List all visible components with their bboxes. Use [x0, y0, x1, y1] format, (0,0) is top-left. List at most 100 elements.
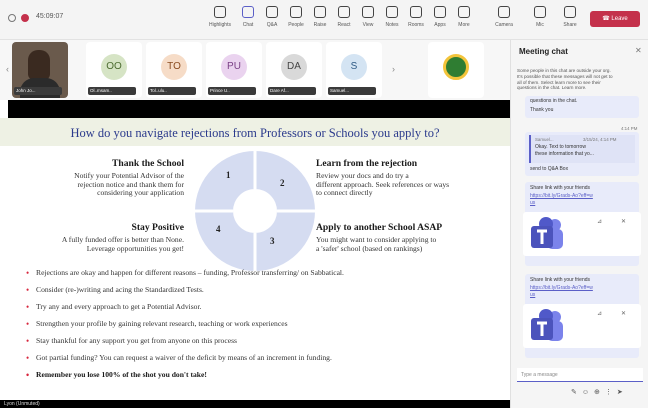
share-icon — [564, 6, 576, 18]
cycle-step-4: 4 — [216, 224, 221, 234]
slide-title: How do you navigate rejections from Prof… — [70, 126, 440, 140]
block-text-thank: Notify your Potential Advisor of the rej… — [74, 171, 184, 198]
block-text-learn: Review your docs and do try a different … — [316, 171, 450, 198]
toolbar-button-share[interactable]: Share — [556, 6, 584, 36]
link-preview-card[interactable]: ⊿ ✕ — [523, 212, 641, 256]
avatar: TO — [161, 54, 187, 80]
block-text-apply: You might want to consider applying to a… — [316, 235, 437, 253]
bullet-item: Consider (re-)writing and acing the Stan… — [26, 285, 506, 302]
participants-strip: ‹ John Jo... OO Ol..msam.. TO Tol..ulu..… — [0, 40, 510, 100]
chevron-right-icon[interactable]: › — [392, 64, 395, 74]
share-link[interactable]: https://bit.ly/Grads-Ao?eff=w — [530, 193, 593, 199]
participant-tile[interactable] — [428, 42, 484, 98]
presentation-footer-bar — [0, 400, 510, 408]
more-options-icon[interactable]: ⋮ — [605, 389, 617, 396]
toolbar-button-more[interactable]: More — [450, 6, 478, 36]
participant-name: Ol..msam.. — [88, 87, 136, 95]
qa-icon — [266, 6, 278, 18]
block-heading-learn: Learn from the rejection — [316, 158, 418, 169]
close-icon[interactable]: ✕ — [621, 218, 626, 225]
external-people-notice: Some people in this chat are outside you… — [517, 68, 613, 91]
block-text-positive: A fully funded offer is better than None… — [61, 235, 184, 253]
window-status-icons — [8, 14, 29, 22]
meeting-chat-panel: Meeting chat ✕ Some people in this chat … — [510, 40, 648, 408]
leave-button[interactable]: ☎ Leave — [590, 11, 640, 27]
participant-name: John Jo... — [14, 87, 62, 95]
cycle-step-2: 2 — [280, 178, 285, 188]
participant-name: Dare Af... — [268, 87, 316, 95]
bullet-item: Strengthen your profile by gaining relev… — [26, 319, 506, 336]
more-icon — [458, 6, 470, 18]
teams-meeting-window: 45:09:07 Highlights Chat Q&A People Rais… — [0, 0, 648, 408]
close-icon[interactable]: ✕ — [635, 46, 642, 55]
quoted-message[interactable]: Samuel... 3/15/24, 4:14 PM Okay. Text to… — [529, 135, 635, 163]
block-heading-thank: Thank the School — [112, 158, 184, 169]
format-icon[interactable]: ✎ — [571, 389, 582, 396]
participant-name: Prince U.. — [208, 87, 256, 95]
view-icon — [362, 6, 374, 18]
participant-tile[interactable]: DA Dare Af... — [266, 42, 322, 98]
share-link[interactable]: https://bit.ly/Grads-Ao?eff=w — [530, 285, 593, 291]
apps-icon — [434, 6, 446, 18]
bullet-item: Got partial funding? You can request a w… — [26, 353, 506, 370]
teams-logo-icon — [531, 309, 563, 341]
bullet-item: Stay thankful for any support you get fr… — [26, 336, 506, 353]
chat-icon — [242, 6, 254, 18]
attach-icon[interactable]: ⊕ — [594, 389, 605, 396]
presentation-header-bar — [8, 100, 510, 118]
block-heading-apply: Apply to another School ASAP — [316, 222, 443, 233]
presenter-label: Lyon (Unmuted) — [4, 401, 40, 407]
toolbar-button-highlights[interactable]: Highlights — [206, 6, 234, 36]
avatar: PU — [221, 54, 247, 80]
rooms-icon — [410, 6, 422, 18]
chat-title: Meeting chat — [519, 47, 568, 56]
meeting-timer: 45:09:07 — [36, 13, 64, 20]
camera-icon — [498, 6, 510, 18]
chat-message: questions in the chat. Thank you — [525, 96, 639, 118]
pin-icon[interactable]: ⊿ — [597, 310, 602, 317]
emoji-icon[interactable]: ☺ — [582, 389, 594, 396]
link-preview-card[interactable]: ⊿ ✕ — [523, 304, 641, 348]
participant-tile[interactable]: S Samuel... — [326, 42, 382, 98]
chat-message-link: Share link with your friends https://bit… — [523, 182, 641, 266]
cycle-step-1: 1 — [226, 170, 231, 180]
participant-video — [28, 50, 50, 80]
teams-logo-icon — [531, 217, 563, 249]
chat-message-input[interactable]: Type a message — [517, 368, 643, 382]
block-heading-positive: Stay Positive — [131, 222, 185, 233]
participant-tile[interactable]: PU Prince U.. — [206, 42, 262, 98]
chat-message-reply: Samuel... 3/15/24, 4:14 PM Okay. Text to… — [525, 132, 639, 176]
toolbar-button-camera[interactable]: Camera — [490, 6, 518, 36]
bullet-list: Rejections are okay and happen for diffe… — [26, 268, 506, 387]
cycle-diagram: 1 2 3 4 — [195, 151, 315, 271]
bullet-item-emphasis: Remember you lose 100% of the shot you d… — [26, 370, 506, 387]
shield-icon — [8, 14, 16, 22]
bullet-item: Try any and every approach to get a Pote… — [26, 302, 506, 319]
close-icon[interactable]: ✕ — [621, 310, 626, 317]
participant-tile[interactable]: OO Ol..msam.. — [86, 42, 142, 98]
raise-hand-icon — [314, 6, 326, 18]
avatar: OO — [101, 54, 127, 80]
organization-logo — [443, 54, 469, 80]
meeting-toolbar: 45:09:07 Highlights Chat Q&A People Rais… — [0, 0, 648, 40]
notes-icon — [386, 6, 398, 18]
participant-tile[interactable]: John Jo... — [12, 42, 68, 98]
recording-icon — [21, 14, 29, 22]
message-time: 4:14 PM — [621, 126, 638, 131]
bullet-item: Rejections are okay and happen for diffe… — [26, 268, 506, 285]
send-icon[interactable]: ➤ — [617, 389, 628, 396]
people-icon — [290, 6, 302, 18]
pin-icon[interactable]: ⊿ — [597, 218, 602, 225]
participant-name: Tol..ulu.. — [148, 87, 196, 95]
chat-message-link: Share link with your friends https://bit… — [523, 274, 641, 358]
chat-compose-tools: ✎☺⊕⋮➤ — [571, 388, 647, 396]
avatar: DA — [281, 54, 307, 80]
highlight-icon — [214, 6, 226, 18]
shared-presentation: How do you navigate rejections from Prof… — [0, 100, 510, 408]
participant-tile[interactable]: TO Tol..ulu.. — [146, 42, 202, 98]
cycle-step-3: 3 — [270, 236, 275, 246]
participant-name: Samuel... — [328, 87, 376, 95]
chevron-left-icon[interactable]: ‹ — [6, 64, 9, 74]
toolbar-button-mic[interactable]: Mic — [526, 6, 554, 36]
react-icon — [338, 6, 350, 18]
